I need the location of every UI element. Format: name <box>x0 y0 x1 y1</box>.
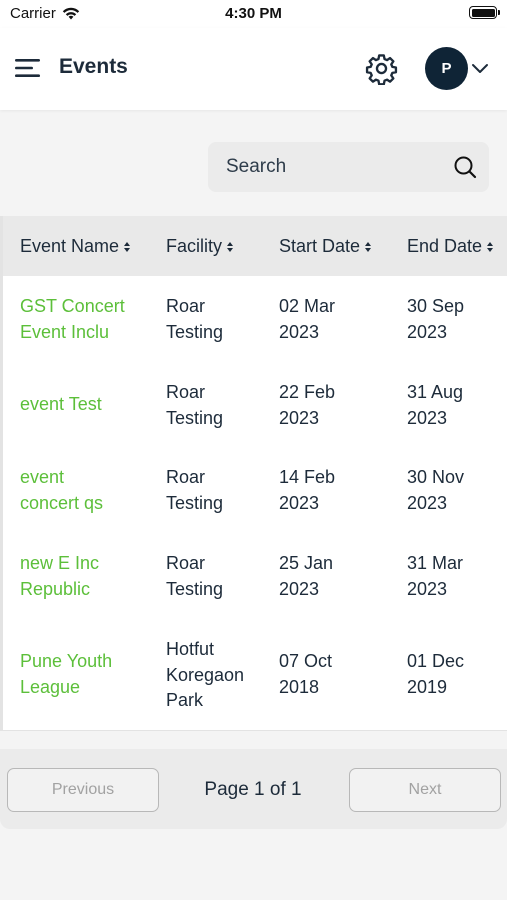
sort-icon <box>487 241 494 252</box>
column-header-end-date[interactable]: End Date <box>407 236 494 257</box>
events-table: Event Name Facility Start Date End Date … <box>0 216 507 731</box>
pagination-bar: Previous Page 1 of 1 Next <box>0 749 507 829</box>
start-date-cell: 07 Oct 2018 <box>279 651 333 697</box>
facility-cell: Hotfut Koregaon Park <box>166 639 245 710</box>
column-header-label: End Date <box>407 236 483 256</box>
end-date-cell: 31 Aug 2023 <box>407 382 464 428</box>
menu-icon[interactable] <box>15 58 41 78</box>
sort-icon <box>227 241 234 252</box>
sort-icon <box>365 241 372 252</box>
start-date-cell: 22 Feb 2023 <box>279 382 336 428</box>
next-button[interactable]: Next <box>349 768 501 812</box>
column-header-start-date[interactable]: Start Date <box>279 236 372 257</box>
status-time: 4:30 PM <box>225 5 282 22</box>
facility-cell: Roar Testing <box>166 467 224 513</box>
event-name-link[interactable]: event concert qs <box>20 465 103 516</box>
end-date-cell: 01 Dec 2019 <box>407 651 465 697</box>
status-bar: Carrier 4:30 PM <box>0 0 507 28</box>
search-box <box>208 142 489 192</box>
start-date-cell: 02 Mar 2023 <box>279 296 336 342</box>
facility-cell: Roar Testing <box>166 382 224 428</box>
app-header: Events P <box>0 28 507 110</box>
facility-cell: Roar Testing <box>166 296 224 342</box>
column-header-event-name[interactable]: Event Name <box>20 236 131 257</box>
page-indicator: Page 1 of 1 <box>204 779 302 800</box>
column-header-facility[interactable]: Facility <box>166 236 234 257</box>
end-date-cell: 31 Mar 2023 <box>407 553 464 599</box>
end-date-cell: 30 Sep 2023 <box>407 296 465 342</box>
column-header-label: Event Name <box>20 236 120 256</box>
battery-icon <box>469 6 500 19</box>
event-name-link[interactable]: Pune Youth League <box>20 649 112 700</box>
status-right <box>469 6 500 19</box>
column-header-label: Start Date <box>279 236 361 256</box>
facility-cell: Roar Testing <box>166 553 224 599</box>
avatar[interactable]: P <box>425 47 468 90</box>
end-date-cell: 30 Nov 2023 <box>407 467 465 513</box>
table-header: Event Name Facility Start Date End Date <box>3 216 507 276</box>
event-name-link[interactable]: GST Concert Event Inclu <box>20 294 125 345</box>
event-name-link[interactable]: new E Inc Republic <box>20 551 99 602</box>
chevron-down-icon[interactable] <box>471 61 489 75</box>
gear-icon[interactable] <box>365 52 398 85</box>
start-date-cell: 25 Jan 2023 <box>279 553 334 599</box>
column-header-label: Facility <box>166 236 223 256</box>
search-input[interactable] <box>208 142 448 192</box>
sort-icon <box>124 241 131 252</box>
previous-button[interactable]: Previous <box>7 768 159 812</box>
avatar-initial: P <box>441 60 452 77</box>
page-title: Events <box>59 55 128 78</box>
start-date-cell: 14 Feb 2023 <box>279 467 336 513</box>
event-name-link[interactable]: event Test <box>20 392 102 418</box>
search-icon[interactable] <box>453 155 477 179</box>
